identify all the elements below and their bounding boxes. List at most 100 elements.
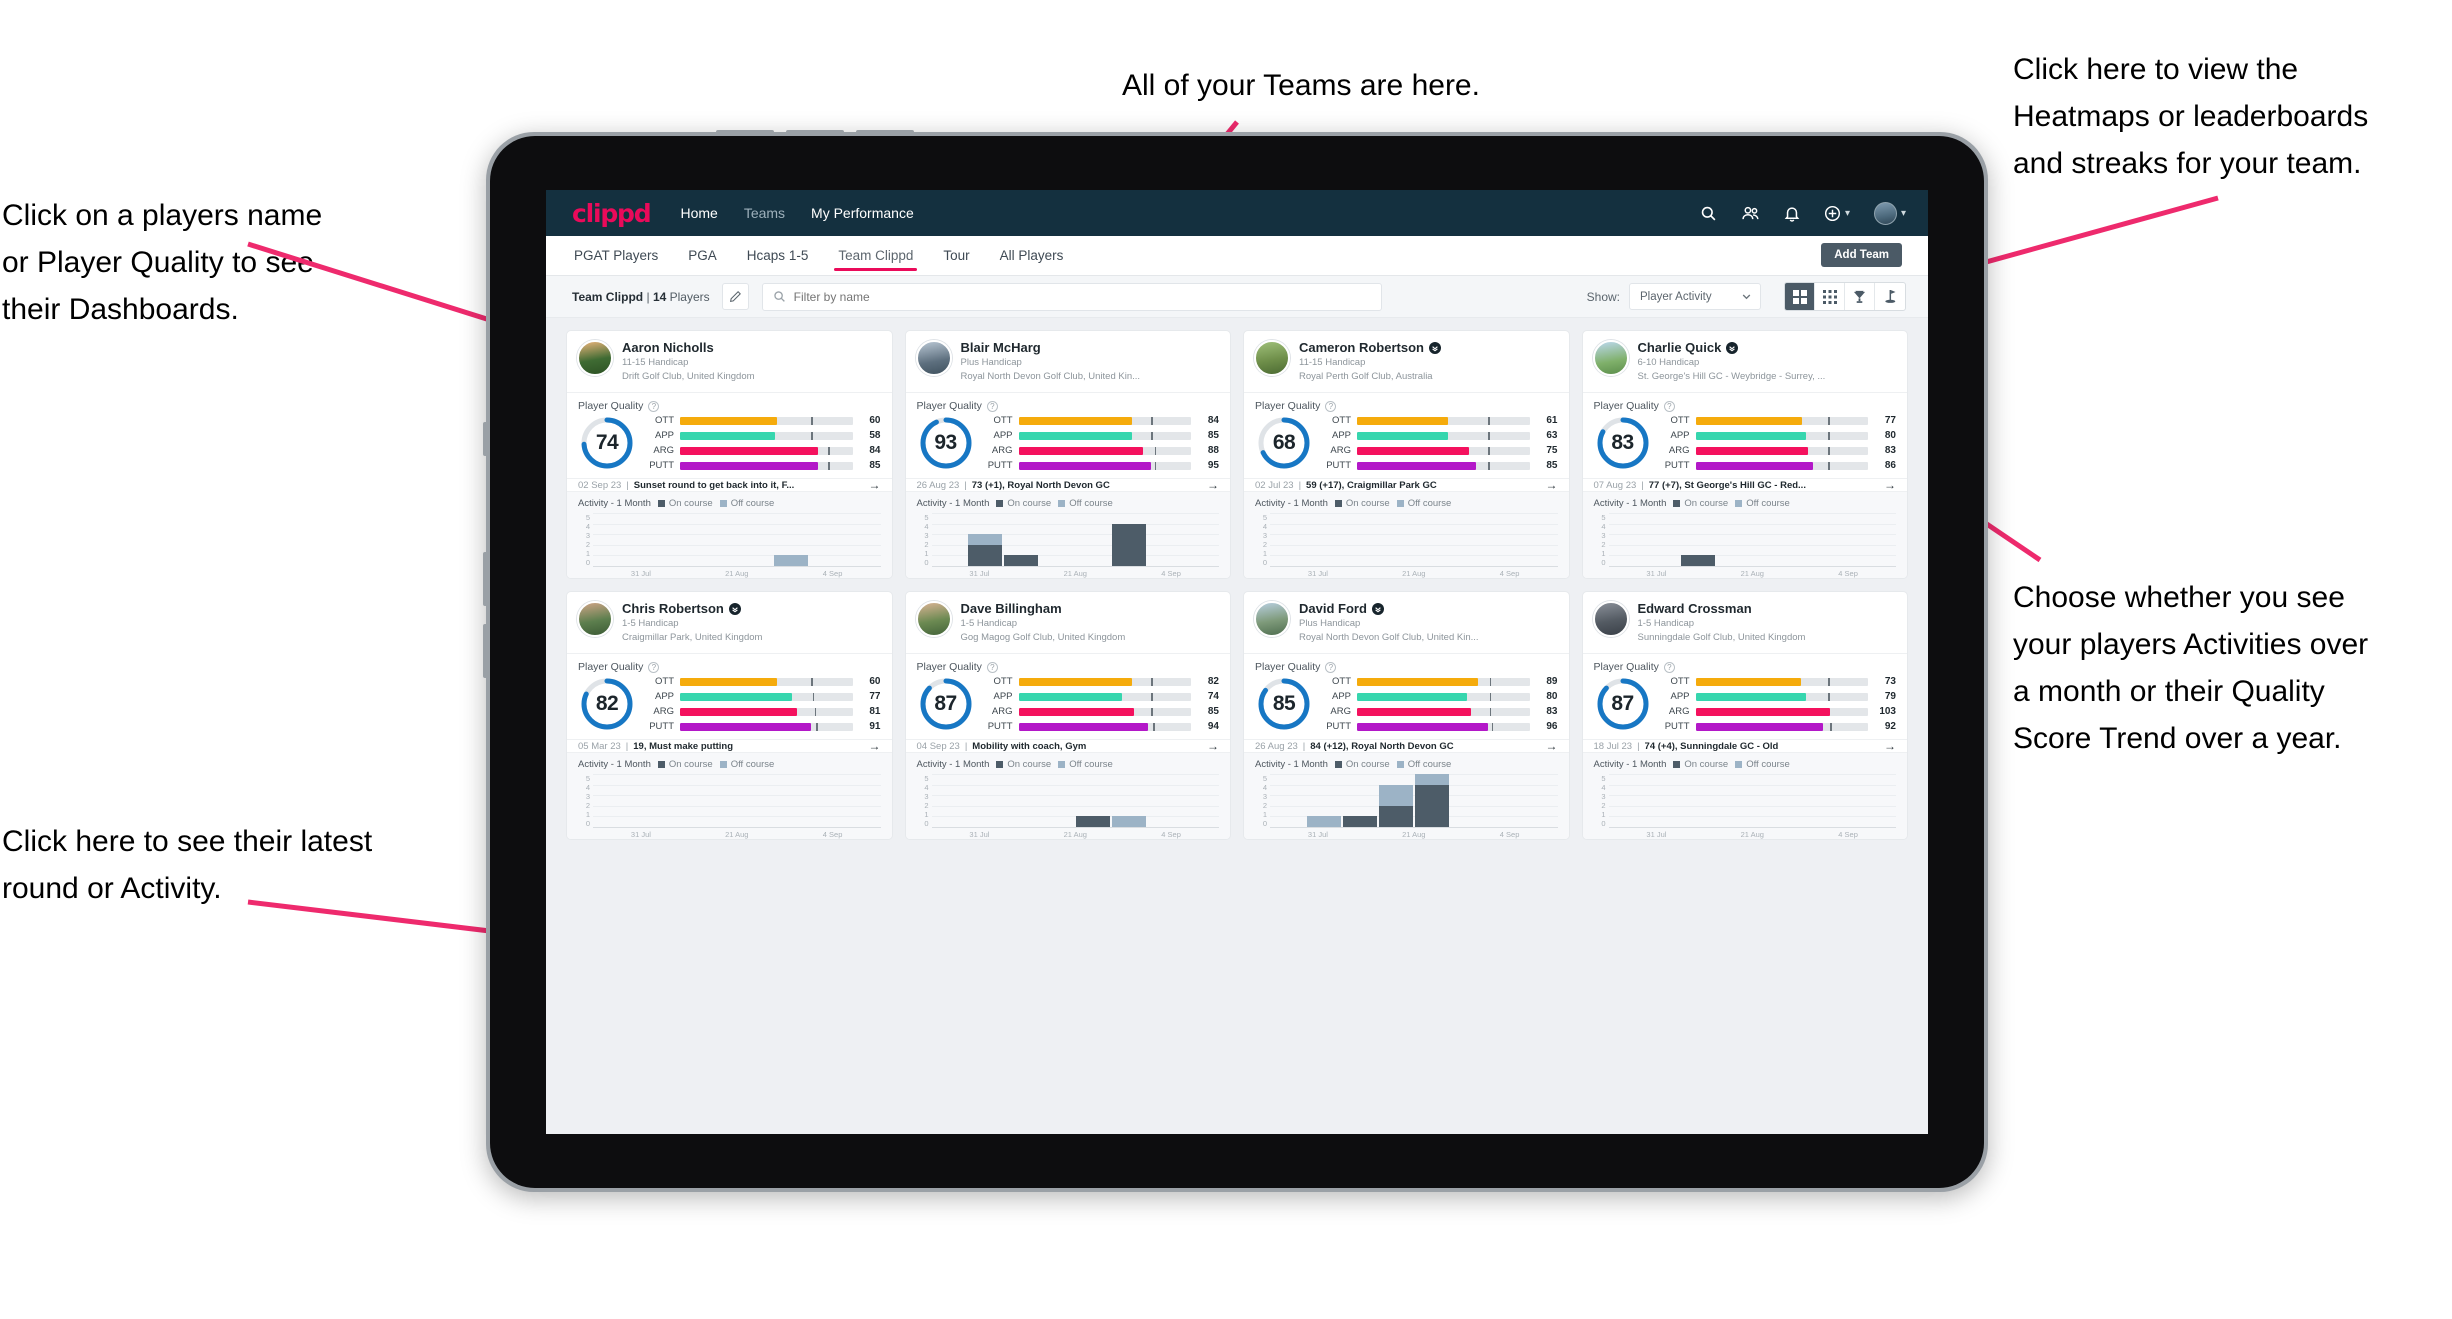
player-card[interactable]: Edward Crossman 1-5 Handicap Sunningdale G… [1581,591,1908,840]
metric-bar-fill [1695,431,1806,440]
latest-round-row[interactable]: 02 Sep 23 | Sunset round to get back into … [567,478,892,492]
tab-all-players[interactable]: All Players [998,239,1066,273]
avatar[interactable] [915,601,952,637]
player-quality-section[interactable]: Player Quality? 82 OTT 60 APP 77 ARG 81 PUTT 91 [567,653,892,739]
avatar[interactable] [915,340,952,376]
nav-link-teams[interactable]: Teams [744,205,785,221]
player-quality-section[interactable]: Player Quality? 74 OTT 60 APP 58 ARG 84 PUTT 85 [567,392,892,478]
search-field-wrapper[interactable] [761,282,1382,311]
arrow-right-icon[interactable]: → [1201,740,1219,752]
tab-team-clippd[interactable]: Team Clippd [834,239,918,273]
player-name[interactable]: Charlie Quick [1638,340,1826,355]
tab-hcaps-1-5[interactable]: Hcaps 1-5 [745,239,811,273]
chart-bar-column [1486,513,1522,566]
arrow-right-icon[interactable]: → [1878,479,1896,491]
help-icon[interactable]: ? [986,661,998,673]
latest-round-row[interactable]: 18 Jul 23 | 74 (+4), Sunningdale GC - Old → [1582,739,1907,753]
arrow-right-icon[interactable]: → [1878,740,1896,752]
metric-value: 58 [869,430,881,441]
latest-round-row[interactable]: 05 Mar 23 | 19, Must make putting → [567,739,892,753]
metric-bar-track [1018,692,1191,701]
arrow-right-icon[interactable]: → [1540,740,1558,752]
tab-pga[interactable]: PGA [686,239,719,273]
add-team-button[interactable]: Add Team [1821,243,1902,267]
help-icon[interactable]: ? [648,661,660,673]
arrow-right-icon[interactable]: → [1540,479,1558,491]
player-name[interactable]: Aaron Nicholls [622,340,755,355]
player-quality-section[interactable]: Player Quality? 83 OTT 77 APP 80 ARG 83 PUTT 86 [1582,392,1907,478]
avatar[interactable]: ▾ [1873,201,1906,225]
avatar[interactable] [1592,340,1629,376]
player-card[interactable]: Charlie Quick 6-10 Handicap St. George's H… [1581,330,1908,579]
help-icon[interactable]: ? [1663,400,1675,412]
chart-bar-column [845,774,881,827]
clippd-logo[interactable]: clippd [572,199,652,228]
avatar[interactable] [1254,340,1290,376]
help-icon[interactable]: ? [986,400,998,412]
chart-plot-area [1270,774,1558,828]
grid-view-icon[interactable] [1785,283,1815,310]
activity-title: Activity - 1 Month [1593,498,1667,509]
edit-team-button[interactable] [721,283,749,310]
tab-tour[interactable]: Tour [941,239,971,273]
trophy-view-icon[interactable] [1845,283,1875,310]
search-icon[interactable] [1700,205,1717,222]
latest-round-row[interactable]: 26 Aug 23 | 84 (+12), Royal North Devon GC… [1244,739,1569,753]
player-quality-section[interactable]: Player Quality? 87 OTT 82 APP 74 ARG 85 PUTT 94 [905,653,1230,739]
chart-bar-column [1075,513,1111,566]
bell-icon[interactable] [1784,205,1800,222]
chart-bar-column [932,774,968,827]
player-quality-section[interactable]: Player Quality? 68 OTT 61 APP 63 ARG 75 PUTT 85 [1244,392,1569,478]
people-icon[interactable] [1741,205,1760,222]
player-card[interactable]: Dave Billingham 1-5 Handicap Gog Magog Gol… [904,591,1231,840]
player-card[interactable]: Cameron Robertson 11-15 Handicap Royal Per… [1243,330,1570,579]
verified-badge-icon [1371,602,1384,615]
player-card[interactable]: Chris Robertson 1-5 Handicap Craigmillar P… [566,591,893,840]
latest-round-row[interactable]: 26 Aug 23 | 73 (+1), Royal North Devon GC → [905,478,1230,492]
arrow-right-icon[interactable]: → [863,479,881,491]
x-axis-tick: 4 Sep [1838,830,1858,839]
tab-pgat-players[interactable]: PGAT Players [572,239,660,273]
y-axis-tick: 0 [585,819,590,828]
latest-round-row[interactable]: 07 Aug 23 | 77 (+7), St George's Hill GC -… [1582,478,1907,492]
avatar[interactable] [577,340,613,376]
latest-round-row[interactable]: 04 Sep 23 | Mobility with coach, Gym → [905,739,1230,753]
player-card[interactable]: Aaron Nicholls 11-15 Handicap Drift Golf C… [566,330,893,579]
player-card[interactable]: David Ford Plus Handicap Royal North Devon… [1243,591,1570,840]
dense-grid-view-icon[interactable] [1815,283,1845,310]
quality-metric-row: ARG 85 [985,705,1219,718]
avatar[interactable] [577,601,613,637]
player-name[interactable]: David Ford [1299,601,1479,616]
metric-bar-fill [1357,461,1477,470]
help-icon[interactable]: ? [1325,661,1337,673]
arrow-right-icon[interactable]: → [863,740,881,752]
player-quality-section[interactable]: Player Quality? 85 OTT 89 APP 80 ARG 83 PUTT 96 [1244,653,1569,739]
player-card[interactable]: Blair McHarg Plus Handicap Royal North Dev… [904,330,1231,579]
bar-segment-off-course [1306,816,1341,827]
player-quality-section[interactable]: Player Quality? 87 OTT 73 APP 79 ARG 103 PUTT 92 [1582,653,1907,739]
player-quality-section[interactable]: Player Quality? 93 OTT 84 APP 85 ARG 88 PUTT 95 [905,392,1230,478]
avatar[interactable] [1592,601,1629,637]
plus-circle-icon[interactable]: ▾ [1824,205,1850,222]
player-name[interactable]: Chris Robertson [622,601,762,616]
player-name-text: Charlie Quick [1637,340,1722,355]
y-axis-tick: 1 [924,549,929,558]
activity-title: Activity - 1 Month [1255,759,1328,770]
help-icon[interactable]: ? [1663,661,1675,673]
help-icon[interactable]: ? [1325,400,1337,412]
activity-chart-header: Activity - 1 Month On course Off course [917,498,1220,509]
arrow-right-icon[interactable]: → [1201,479,1219,491]
nav-link-home[interactable]: Home [680,205,717,221]
show-select[interactable]: Player Activity [1629,283,1761,310]
player-name[interactable]: Edward Crossman [1638,601,1806,616]
player-name[interactable]: Blair McHarg [961,340,1141,355]
player-name[interactable]: Cameron Robertson [1299,340,1441,355]
latest-round-row[interactable]: 02 Jul 23 | 59 (+17), Craigmillar Park GC → [1244,478,1569,492]
player-handicap: Plus Handicap [1299,618,1361,629]
flag-view-icon[interactable] [1875,283,1905,310]
search-input[interactable] [793,289,1371,304]
nav-link-my-performance[interactable]: My Performance [811,205,914,221]
avatar[interactable] [1254,601,1290,637]
help-icon[interactable]: ? [648,400,660,412]
player-name[interactable]: Dave Billingham [961,601,1126,616]
